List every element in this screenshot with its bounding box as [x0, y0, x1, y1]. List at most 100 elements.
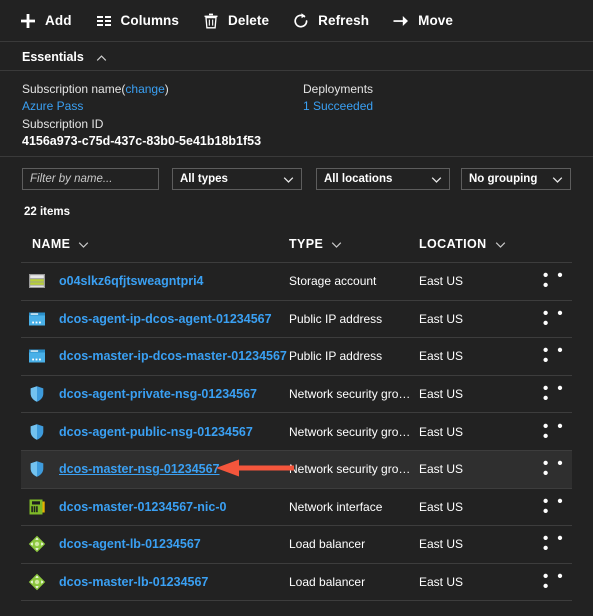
column-header-name-label: NAME: [32, 237, 71, 251]
trash-icon: [201, 11, 221, 31]
deployments-value-row: 1 Succeeded: [303, 98, 373, 115]
delete-button[interactable]: Delete: [201, 8, 269, 34]
command-bar: Add Columns Delete Refresh Move: [0, 0, 593, 42]
nsg-shield-icon: [28, 460, 46, 478]
table-row[interactable]: dcos-master-nsg-01234567 Network security…: [21, 450, 572, 489]
ellipsis-icon[interactable]: • • •: [543, 419, 572, 444]
public-ip-icon: [28, 347, 46, 365]
subscription-id-value-row: 4156a973-c75d-437c-83b0-5e41b18b1f53: [22, 133, 261, 150]
refresh-button[interactable]: Refresh: [291, 8, 369, 34]
ellipsis-icon[interactable]: • • •: [543, 381, 572, 406]
columns-label: Columns: [120, 13, 179, 28]
subscription-name-row: Subscription name(change): [22, 81, 169, 98]
move-button[interactable]: Move: [391, 8, 453, 34]
essentials-toggle[interactable]: Essentials: [0, 43, 593, 71]
ellipsis-icon[interactable]: • • •: [543, 343, 572, 368]
grouping-filter-dropdown[interactable]: No grouping: [461, 168, 571, 190]
ellipsis-icon[interactable]: • • •: [543, 456, 572, 481]
resource-name-link[interactable]: dcos-master-nsg-01234567: [59, 462, 220, 476]
resource-name-link[interactable]: dcos-master-ip-dcos-master-01234567: [59, 349, 287, 363]
resource-location-cell: East US: [419, 499, 464, 514]
column-header-location-label: LOCATION: [419, 237, 487, 251]
resource-type-cell: Load balancer: [289, 537, 366, 552]
filter-bar: Filter by name... All types All location…: [0, 157, 593, 201]
ellipsis-icon[interactable]: • • •: [543, 306, 572, 331]
columns-button[interactable]: Columns: [94, 8, 179, 34]
add-label: Add: [45, 13, 72, 28]
table-row[interactable]: dcos-agent-private-nsg-01234567 Network s…: [21, 376, 572, 414]
move-label: Move: [418, 13, 454, 28]
change-subscription-link[interactable]: change: [125, 82, 164, 96]
table-header: NAME TYPE LOCATION: [0, 226, 593, 486]
chevron-down-icon: [552, 174, 563, 185]
chevron-up-icon: [96, 51, 107, 62]
refresh-label: Refresh: [318, 13, 370, 28]
type-filter-value: All types: [180, 173, 228, 185]
chevron-down-icon: [495, 239, 506, 250]
column-header-type-label: TYPE: [289, 237, 324, 251]
resource-type-cell: Network security gro…: [289, 387, 411, 402]
resource-location-cell: East US: [419, 387, 464, 402]
network-interface-icon: [28, 498, 46, 516]
resource-list: o04slkz6qfjtsweagntpri4 Storage account Ea…: [0, 262, 593, 602]
add-button[interactable]: Add: [18, 8, 72, 34]
resource-name-link[interactable]: dcos-agent-lb-01234567: [59, 537, 201, 551]
essentials-panel: Subscription name(change) Azure Pass Sub…: [0, 72, 593, 157]
subscription-name-value-row: Azure Pass: [22, 98, 83, 115]
chevron-down-icon: [431, 174, 442, 185]
resource-type-cell: Network interface: [289, 499, 383, 514]
column-header-location[interactable]: LOCATION: [419, 234, 506, 254]
subscription-id-label: Subscription ID: [22, 117, 104, 131]
chevron-down-icon: [78, 239, 89, 250]
resource-location-cell: East US: [419, 462, 464, 477]
table-row[interactable]: o04slkz6qfjtsweagntpri4 Storage account Ea…: [21, 262, 572, 301]
resource-name-link[interactable]: dcos-agent-public-nsg-01234567: [59, 425, 253, 439]
resource-name-link[interactable]: dcos-master-01234567-nic-0: [59, 500, 226, 514]
table-row[interactable]: dcos-agent-ip-dcos-agent-01234567 Public …: [21, 301, 572, 339]
load-balancer-icon: [28, 535, 46, 553]
nsg-shield-icon: [28, 385, 46, 403]
resource-name-link[interactable]: o04slkz6qfjtsweagntpri4: [59, 274, 204, 288]
items-count-label: 22 items: [24, 206, 71, 218]
refresh-icon: [291, 11, 311, 31]
type-filter-dropdown[interactable]: All types: [172, 168, 302, 190]
column-header-type[interactable]: TYPE: [289, 234, 342, 254]
resource-location-cell: East US: [419, 424, 464, 439]
subscription-id-label-row: Subscription ID: [22, 116, 103, 133]
resource-name-link[interactable]: dcos-master-lb-01234567: [59, 575, 208, 589]
ellipsis-icon[interactable]: • • •: [543, 494, 572, 519]
table-row[interactable]: dcos-master-ip-dcos-master-01234567 Publi…: [21, 338, 572, 376]
table-row[interactable]: dcos-agent-lb-01234567 Load balancer East …: [21, 526, 572, 564]
deployments-value[interactable]: 1 Succeeded: [303, 99, 373, 113]
resource-type-cell: Network security gro…: [289, 424, 411, 439]
filter-name-input[interactable]: Filter by name...: [22, 168, 159, 190]
column-header-name[interactable]: NAME: [32, 234, 89, 254]
grouping-filter-value: No grouping: [469, 173, 538, 185]
location-filter-value: All locations: [324, 173, 393, 185]
chevron-down-icon: [283, 174, 294, 185]
subscription-name-value[interactable]: Azure Pass: [22, 99, 83, 113]
subscription-name-label: Subscription name: [22, 82, 122, 96]
table-row[interactable]: dcos-agent-public-nsg-01234567 Network se…: [21, 413, 572, 451]
ellipsis-icon[interactable]: • • •: [543, 268, 572, 293]
delete-label: Delete: [228, 13, 270, 28]
resource-type-cell: Public IP address: [289, 349, 383, 364]
deployments-label: Deployments: [303, 82, 374, 96]
ellipsis-icon[interactable]: • • •: [543, 569, 572, 594]
resource-name-link[interactable]: dcos-agent-private-nsg-01234567: [59, 387, 257, 401]
resource-name-link[interactable]: dcos-agent-ip-dcos-agent-01234567: [59, 312, 272, 326]
resource-type-cell: Storage account: [289, 274, 377, 289]
ellipsis-icon[interactable]: • • •: [543, 531, 572, 556]
location-filter-dropdown[interactable]: All locations: [316, 168, 450, 190]
public-ip-icon: [28, 310, 46, 328]
plus-icon: [18, 11, 38, 31]
arrow-right-icon: [391, 11, 411, 31]
table-row[interactable]: dcos-master-lb-01234567 Load balancer East…: [21, 564, 572, 602]
resource-type-cell: Network security gro…: [289, 462, 411, 477]
resource-location-cell: East US: [419, 537, 464, 552]
load-balancer-icon: [28, 573, 46, 591]
columns-icon: [94, 11, 114, 31]
chevron-down-icon: [331, 239, 342, 250]
subscription-id-value: 4156a973-c75d-437c-83b0-5e41b18b1f53: [22, 134, 262, 148]
table-row[interactable]: dcos-master-01234567-nic-0 Network interf…: [21, 489, 572, 527]
